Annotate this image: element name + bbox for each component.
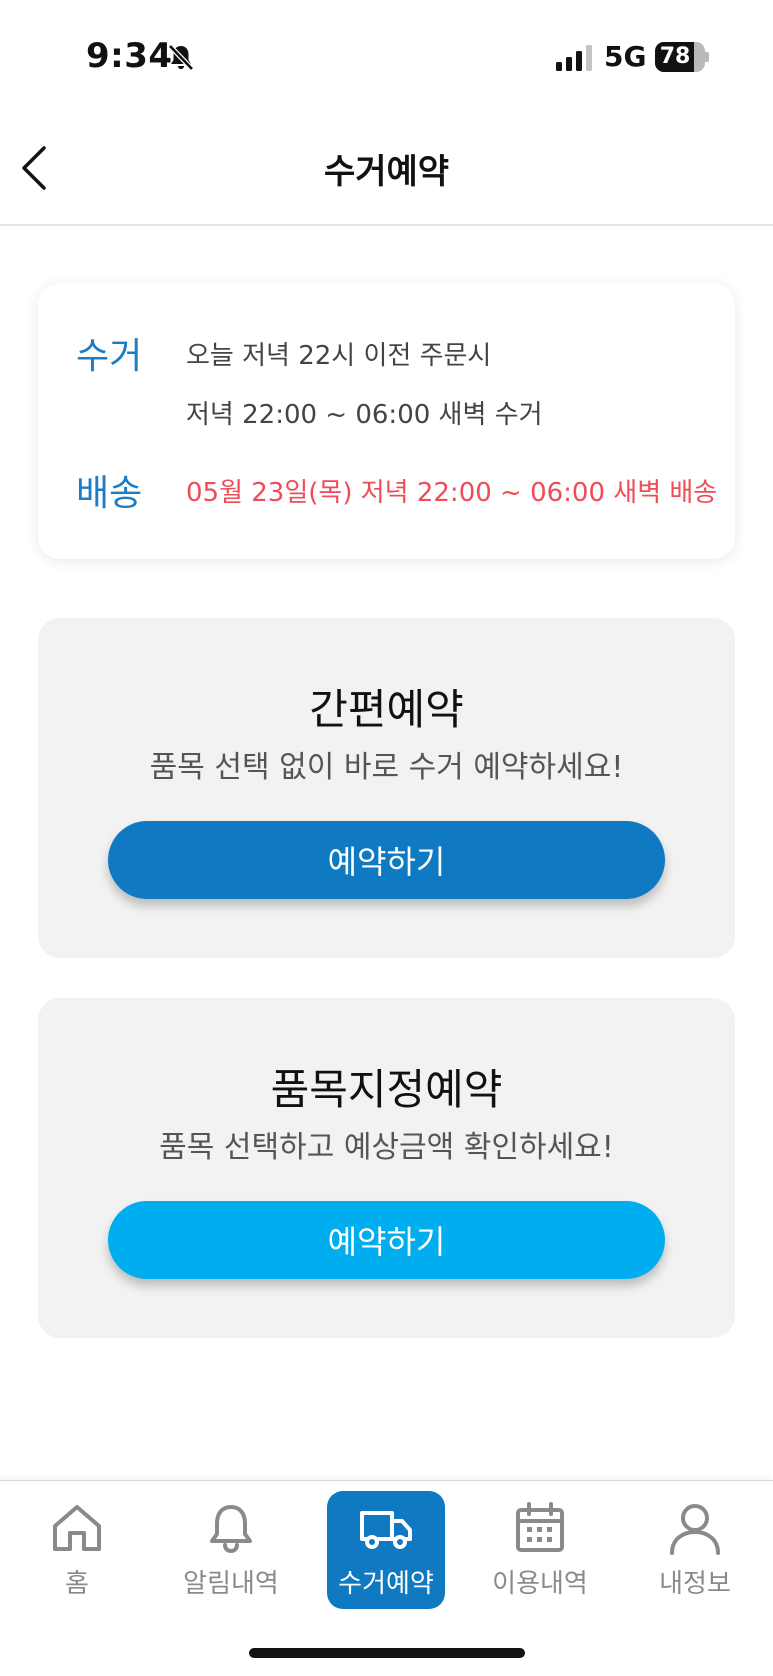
pickup-time: 저녁 22:00 ~ 06:00 새벽 수거 [186, 400, 543, 430]
user-icon [670, 1504, 720, 1555]
pickup-label: 수거 [76, 336, 143, 377]
home-icon [53, 1505, 101, 1551]
status-time: 9:34 [86, 36, 173, 76]
nav-item-pickup-reservation[interactable]: 수거예약 [327, 1491, 445, 1609]
page-title: 수거예약 [323, 152, 450, 192]
delivery-time: 05월 23일(목) 저녁 22:00 ~ 06:00 새벽 배송 [186, 478, 718, 508]
nav-item-my-info[interactable]: 내정보 [636, 1491, 754, 1609]
bottom-nav: 홈 알림내역 수거예약 이용내역 내정보 [0, 1480, 773, 1676]
item-reserve-button[interactable]: 예약하기 [108, 1201, 665, 1279]
truck-icon [360, 1511, 412, 1549]
item-reservation-description: 품목 선택하고 예상금액 확인하세요! [159, 1130, 614, 1165]
pickup-condition: 오늘 저녁 22시 이전 주문시 [186, 341, 492, 371]
battery-icon: 78 [655, 42, 709, 72]
simple-reservation-description: 품목 선택 없이 바로 수거 예약하세요! [149, 750, 624, 785]
nav-item-usage-history[interactable]: 이용내역 [481, 1491, 599, 1609]
simple-reservation-title: 간편예약 [309, 685, 464, 734]
schedule-info-card: 수거 오늘 저녁 22시 이전 주문시 저녁 22:00 ~ 06:00 새벽 … [38, 283, 735, 559]
item-reservation-card: 품목지정예약 품목 선택하고 예상금액 확인하세요! 예약하기 [38, 998, 735, 1338]
nav-item-home[interactable]: 홈 [18, 1491, 136, 1609]
item-reservation-title: 품목지정예약 [270, 1065, 503, 1114]
nav-label-pickup-reservation: 수거예약 [338, 1569, 434, 1599]
status-bar: 9:34 5G 78 [0, 0, 773, 110]
app-screen: 9:34 5G 78 수거예약 수거 오늘 저녁 22시 이전 주문시 저녁 2… [0, 0, 773, 1676]
nav-item-notifications[interactable]: 알림내역 [172, 1491, 290, 1609]
app-header: 수거예약 [0, 118, 773, 226]
signal-icon [556, 45, 592, 71]
nav-label-home: 홈 [65, 1569, 89, 1599]
simple-reserve-button[interactable]: 예약하기 [108, 821, 665, 899]
calendar-icon [516, 1502, 564, 1552]
nav-label-notifications: 알림내역 [183, 1569, 279, 1599]
delivery-label: 배송 [76, 473, 143, 514]
battery-level: 78 [659, 44, 691, 69]
nav-label-usage-history: 이용내역 [492, 1569, 588, 1599]
bell-off-icon [168, 44, 194, 71]
nav-label-my-info: 내정보 [659, 1569, 731, 1599]
bell-icon [210, 1505, 252, 1554]
home-indicator [249, 1648, 525, 1658]
network-type: 5G [604, 40, 647, 73]
simple-reservation-card: 간편예약 품목 선택 없이 바로 수거 예약하세요! 예약하기 [38, 618, 735, 958]
